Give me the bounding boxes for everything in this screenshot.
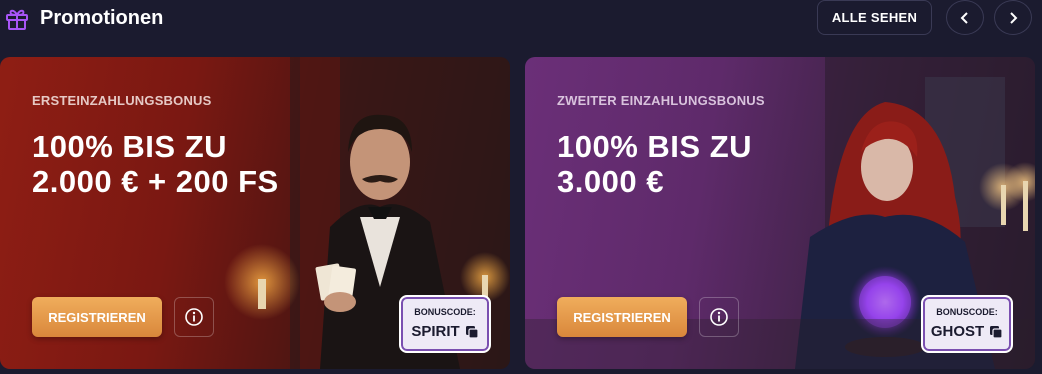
register-button[interactable]: REGISTRIEREN [557, 297, 687, 337]
carousel-prev-button[interactable] [946, 0, 984, 35]
copy-icon[interactable] [989, 325, 1003, 339]
promotion-label: ERSTEINZAHLUNGSBONUS [32, 93, 212, 108]
info-icon [185, 308, 203, 326]
promotion-offer: 100% BIS ZU 3.000 € [557, 129, 753, 199]
chevron-left-icon [960, 11, 968, 24]
bonus-code-box[interactable]: BONUSCODE: GHOST [921, 295, 1013, 353]
copy-icon[interactable] [465, 325, 479, 339]
bonus-code-box[interactable]: BONUSCODE: SPIRIT [399, 295, 491, 353]
bonus-code-label: BONUSCODE: [414, 307, 476, 317]
info-button[interactable] [174, 297, 214, 337]
bonus-code-label: BONUSCODE: [936, 307, 998, 317]
promotion-offer: 100% BIS ZU 2.000 € + 200 FS [32, 129, 279, 199]
promotion-card-second-deposit[interactable]: ZWEITER EINZAHLUNGSBONUS 100% BIS ZU 3.0… [525, 57, 1035, 369]
info-icon [710, 308, 728, 326]
bonus-code: SPIRIT [411, 323, 460, 340]
bonus-code: GHOST [930, 323, 985, 340]
promotion-label: ZWEITER EINZAHLUNGSBONUS [557, 93, 765, 108]
gift-icon [6, 9, 28, 30]
register-button[interactable]: REGISTRIEREN [32, 297, 162, 337]
promotion-card-first-deposit[interactable]: ERSTEINZAHLUNGSBONUS 100% BIS ZU 2.000 €… [0, 57, 510, 369]
chevron-right-icon [1010, 11, 1018, 24]
see-all-button[interactable]: ALLE SEHEN [817, 0, 932, 35]
page-title: Promotionen [40, 7, 164, 29]
promotions-header: Promotionen ALLE SEHEN [0, 0, 1042, 40]
carousel-next-button[interactable] [994, 0, 1032, 35]
info-button[interactable] [699, 297, 739, 337]
